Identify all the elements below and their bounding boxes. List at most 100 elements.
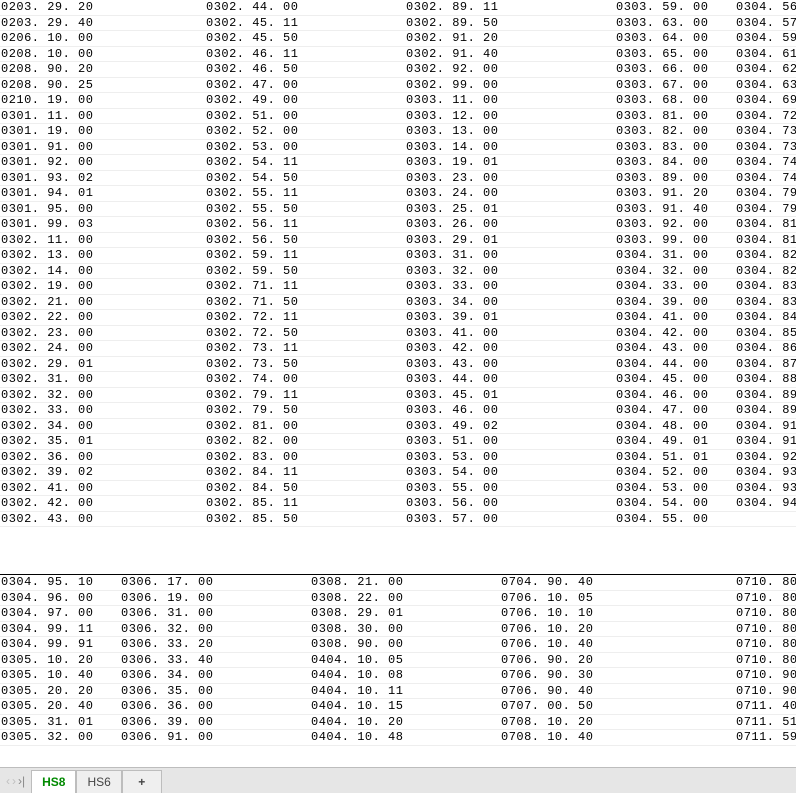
data-cell[interactable]: 0302. 47. 00 — [205, 78, 405, 94]
data-cell[interactable]: 0305. 32. 00 — [0, 730, 120, 746]
data-cell[interactable]: 0302. 91. 20 — [405, 31, 615, 47]
data-cell[interactable]: 0710. 80. 50 — [735, 591, 796, 607]
data-cell[interactable]: 0302. 45. 11 — [205, 16, 405, 32]
data-cell[interactable]: 0302. 41. 00 — [0, 481, 205, 497]
data-cell[interactable]: 0304. 73. 10 — [735, 124, 796, 140]
data-cell[interactable]: 0306. 32. 00 — [120, 622, 310, 638]
data-cell[interactable]: 0303. 42. 00 — [405, 341, 615, 357]
data-cell[interactable]: 0301. 92. 00 — [0, 155, 205, 171]
data-cell[interactable]: 0208. 90. 20 — [0, 62, 205, 78]
data-cell[interactable]: 0303. 43. 00 — [405, 357, 615, 373]
data-cell[interactable]: 0304. 44. 00 — [615, 357, 735, 373]
data-cell[interactable]: 0302. 71. 11 — [205, 279, 405, 295]
nav-next-icon[interactable]: ›| — [18, 774, 25, 788]
data-cell[interactable]: 0304. 74. 10 — [735, 155, 796, 171]
data-cell[interactable]: 0304. 84. 00 — [735, 310, 796, 326]
data-cell[interactable]: 0710. 80. 93 — [735, 637, 796, 653]
data-cell[interactable]: 0306. 33. 20 — [120, 637, 310, 653]
nav-first-icon[interactable]: ‹ — [6, 774, 10, 788]
data-cell[interactable]: 0302. 59. 11 — [205, 248, 405, 264]
data-cell[interactable]: 0302. 85. 11 — [205, 496, 405, 512]
data-cell[interactable]: 0304. 47. 00 — [615, 403, 735, 419]
data-cell[interactable]: 0302. 52. 00 — [205, 124, 405, 140]
data-cell[interactable]: 0303. 14. 00 — [405, 140, 615, 156]
data-cell[interactable]: 0302. 19. 00 — [0, 279, 205, 295]
data-cell[interactable]: 0303. 49. 02 — [405, 419, 615, 435]
data-cell[interactable]: 0303. 81. 00 — [615, 109, 735, 125]
data-cell[interactable]: 0308. 29. 01 — [310, 606, 500, 622]
data-cell[interactable]: 0304. 96. 00 — [0, 591, 120, 607]
data-cell[interactable]: 0303. 11. 00 — [405, 93, 615, 109]
data-cell[interactable]: 0404. 10. 08 — [310, 668, 500, 684]
data-cell[interactable]: 0308. 21. 00 — [310, 575, 500, 591]
data-cell[interactable]: 0304. 83. 50 — [735, 295, 796, 311]
data-cell[interactable]: 0306. 33. 40 — [120, 653, 310, 669]
data-cell[interactable]: 0404. 10. 15 — [310, 699, 500, 715]
data-cell[interactable]: 0708. 10. 20 — [500, 715, 735, 731]
data-cell[interactable]: 0302. 72. 50 — [205, 326, 405, 342]
data-cell[interactable]: 0710. 80. 65 — [735, 606, 796, 622]
data-cell[interactable]: 0304. 51. 01 — [615, 450, 735, 466]
data-cell[interactable]: 0302. 54. 50 — [205, 171, 405, 187]
data-cell[interactable]: 0711. 59. 10 — [735, 730, 796, 746]
data-cell[interactable]: 0308. 22. 00 — [310, 591, 500, 607]
data-cell[interactable]: 0302. 85. 50 — [205, 512, 405, 528]
data-cell[interactable]: 0306. 36. 00 — [120, 699, 310, 715]
data-cell[interactable]: 0305. 10. 40 — [0, 668, 120, 684]
data-cell[interactable]: 0302. 83. 00 — [205, 450, 405, 466]
data-cell[interactable]: 0303. 91. 20 — [615, 186, 735, 202]
data-cell[interactable]: 0303. 92. 00 — [615, 217, 735, 233]
data-cell[interactable]: 0302. 34. 00 — [0, 419, 205, 435]
data-cell[interactable]: 0303. 99. 00 — [615, 233, 735, 249]
data-cell[interactable]: 0302. 55. 11 — [205, 186, 405, 202]
data-cell[interactable]: 0303. 91. 40 — [615, 202, 735, 218]
data-cell[interactable]: 0706. 10. 40 — [500, 637, 735, 653]
data-cell[interactable]: 0302. 53. 00 — [205, 140, 405, 156]
data-cell[interactable]: 0304. 91. 90 — [735, 434, 796, 450]
data-cell[interactable]: 0304. 94. 90 — [735, 496, 796, 512]
data-cell[interactable]: 0303. 44. 00 — [405, 372, 615, 388]
data-cell[interactable] — [735, 512, 796, 528]
data-cell[interactable]: 0303. 66. 00 — [615, 62, 735, 78]
add-sheet-button[interactable]: + — [122, 770, 162, 793]
data-cell[interactable]: 0302. 46. 50 — [205, 62, 405, 78]
data-cell[interactable]: 0303. 13. 00 — [405, 124, 615, 140]
data-cell[interactable]: 0206. 10. 00 — [0, 31, 205, 47]
data-cell[interactable]: 0304. 55. 00 — [615, 512, 735, 528]
data-cell[interactable]: 0304. 46. 00 — [615, 388, 735, 404]
data-cell[interactable]: 0304. 45. 00 — [615, 372, 735, 388]
data-cell[interactable]: 0710. 90. 91 — [735, 684, 796, 700]
data-cell[interactable]: 0306. 17. 00 — [120, 575, 310, 591]
data-cell[interactable]: 0304. 93. 90 — [735, 481, 796, 497]
data-cell[interactable]: 0305. 20. 20 — [0, 684, 120, 700]
data-cell[interactable]: 0302. 55. 50 — [205, 202, 405, 218]
data-cell[interactable]: 0302. 89. 50 — [405, 16, 615, 32]
data-cell[interactable]: 0304. 72. 50 — [735, 109, 796, 125]
data-cell[interactable]: 0303. 19. 01 — [405, 155, 615, 171]
data-cell[interactable]: 0303. 82. 00 — [615, 124, 735, 140]
data-cell[interactable]: 0304. 85. 00 — [735, 326, 796, 342]
data-cell[interactable]: 0303. 55. 00 — [405, 481, 615, 497]
data-cell[interactable]: 0302. 56. 11 — [205, 217, 405, 233]
data-cell[interactable]: 0304. 54. 00 — [615, 496, 735, 512]
data-cell[interactable]: 0304. 42. 00 — [615, 326, 735, 342]
data-cell[interactable]: 0303. 59. 00 — [615, 0, 735, 16]
data-cell[interactable]: 0303. 46. 00 — [405, 403, 615, 419]
data-cell[interactable]: 0404. 10. 11 — [310, 684, 500, 700]
data-cell[interactable]: 0306. 31. 00 — [120, 606, 310, 622]
data-cell[interactable]: 0706. 90. 30 — [500, 668, 735, 684]
data-cell[interactable]: 0704. 90. 40 — [500, 575, 735, 591]
data-cell[interactable]: 0304. 32. 00 — [615, 264, 735, 280]
data-cell[interactable]: 0303. 25. 01 — [405, 202, 615, 218]
data-cell[interactable]: 0303. 54. 00 — [405, 465, 615, 481]
data-cell[interactable]: 0706. 10. 10 — [500, 606, 735, 622]
data-cell[interactable]: 0304. 73. 50 — [735, 140, 796, 156]
data-cell[interactable]: 0302. 51. 00 — [205, 109, 405, 125]
data-cell[interactable]: 0302. 71. 50 — [205, 295, 405, 311]
data-cell[interactable]: 0302. 33. 00 — [0, 403, 205, 419]
data-cell[interactable]: 0404. 10. 05 — [310, 653, 500, 669]
data-cell[interactable]: 0710. 80. 97 — [735, 653, 796, 669]
data-cell[interactable]: 0304. 91. 10 — [735, 419, 796, 435]
data-cell[interactable]: 0303. 57. 00 — [405, 512, 615, 528]
data-cell[interactable]: 0302. 11. 00 — [0, 233, 205, 249]
